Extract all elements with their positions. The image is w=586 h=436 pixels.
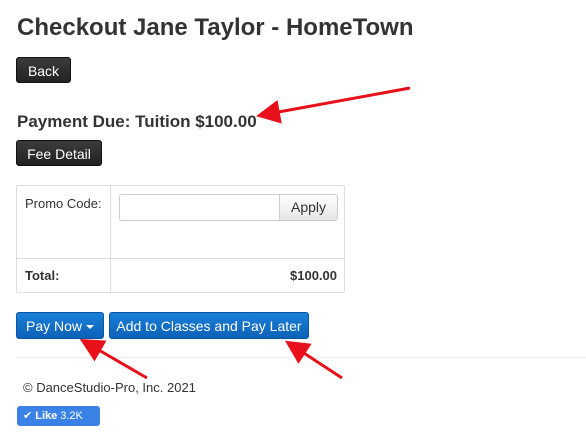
pay-now-button[interactable]: Pay Now xyxy=(16,312,104,339)
check-icon: ✔ xyxy=(23,410,33,422)
like-count: 3.2K xyxy=(60,410,83,422)
like-label: Like xyxy=(35,410,58,422)
facebook-like-button[interactable]: ✔ Like 3.2K xyxy=(17,406,100,426)
annotation-arrow-payment xyxy=(256,86,411,124)
total-value: $100.00 xyxy=(290,268,337,283)
annotation-arrow-pay-later xyxy=(284,340,343,380)
page-title: Checkout Jane Taylor - HomeTown xyxy=(17,14,414,41)
promo-code-input[interactable] xyxy=(119,194,279,221)
promo-code-label: Promo Code: xyxy=(25,196,102,211)
annotation-arrow-pay-now xyxy=(79,338,148,380)
apply-promo-button[interactable]: Apply xyxy=(279,194,338,221)
caret-down-icon xyxy=(86,325,95,330)
footer-divider xyxy=(16,357,586,358)
payment-due-text: Payment Due: Tuition $100.00 xyxy=(17,112,257,131)
checkout-summary-table: Promo Code: Apply Total: $100.00 xyxy=(16,185,345,293)
total-label: Total: xyxy=(25,268,60,283)
fee-detail-button[interactable]: Fee Detail xyxy=(16,140,102,166)
pay-now-label: Pay Now xyxy=(25,318,83,334)
add-to-classes-pay-later-button[interactable]: Add to Classes and Pay Later xyxy=(109,312,309,339)
table-row-divider xyxy=(17,258,344,259)
back-button[interactable]: Back xyxy=(16,57,71,83)
table-column-divider xyxy=(110,186,111,292)
footer-copyright: © DanceStudio-Pro, Inc. 2021 xyxy=(23,380,196,395)
